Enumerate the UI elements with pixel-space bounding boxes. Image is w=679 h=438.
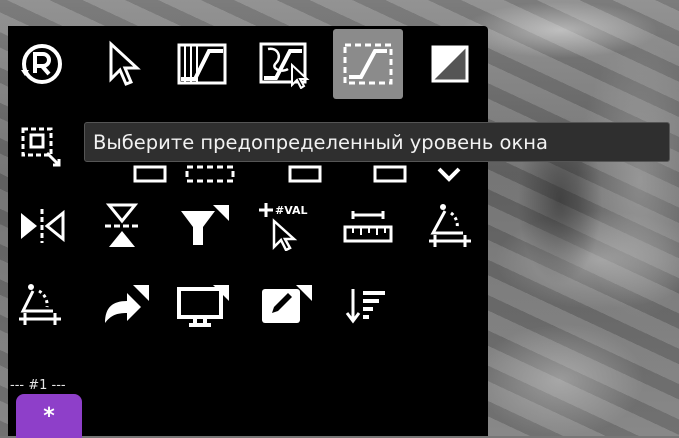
- angle-icon[interactable]: [418, 196, 482, 256]
- ruler-icon[interactable]: [336, 196, 400, 256]
- redo-share-icon[interactable]: [90, 276, 154, 336]
- tooltip: Выберите предопределенный уровень окна: [84, 122, 670, 162]
- pixel-value-glyph: #VAL: [275, 204, 308, 217]
- pixel-value-icon[interactable]: #VAL: [253, 196, 317, 256]
- tools-panel: #VAL --- #1 --- *: [8, 26, 488, 438]
- arrow-pointer-icon[interactable]: [90, 34, 154, 94]
- cobb-angle-icon[interactable]: [10, 276, 74, 336]
- monitor-icon[interactable]: [170, 276, 234, 336]
- flip-vertical-icon[interactable]: [90, 196, 154, 256]
- window-level-icon[interactable]: [170, 34, 234, 94]
- invert-icon[interactable]: [418, 34, 482, 94]
- window-level-mouse-icon[interactable]: [253, 34, 317, 94]
- filter-icon[interactable]: [170, 196, 234, 256]
- preset-star-button[interactable]: *: [16, 394, 82, 438]
- group-label: --- #1 ---: [10, 378, 66, 393]
- sort-order-icon[interactable]: [336, 276, 400, 336]
- flip-horizontal-icon[interactable]: [10, 196, 74, 256]
- zoom-region-icon[interactable]: [10, 114, 74, 174]
- reset-r-icon[interactable]: [10, 34, 74, 94]
- preset-window-level-icon[interactable]: [333, 29, 403, 99]
- annotate-pencil-icon[interactable]: [253, 276, 317, 336]
